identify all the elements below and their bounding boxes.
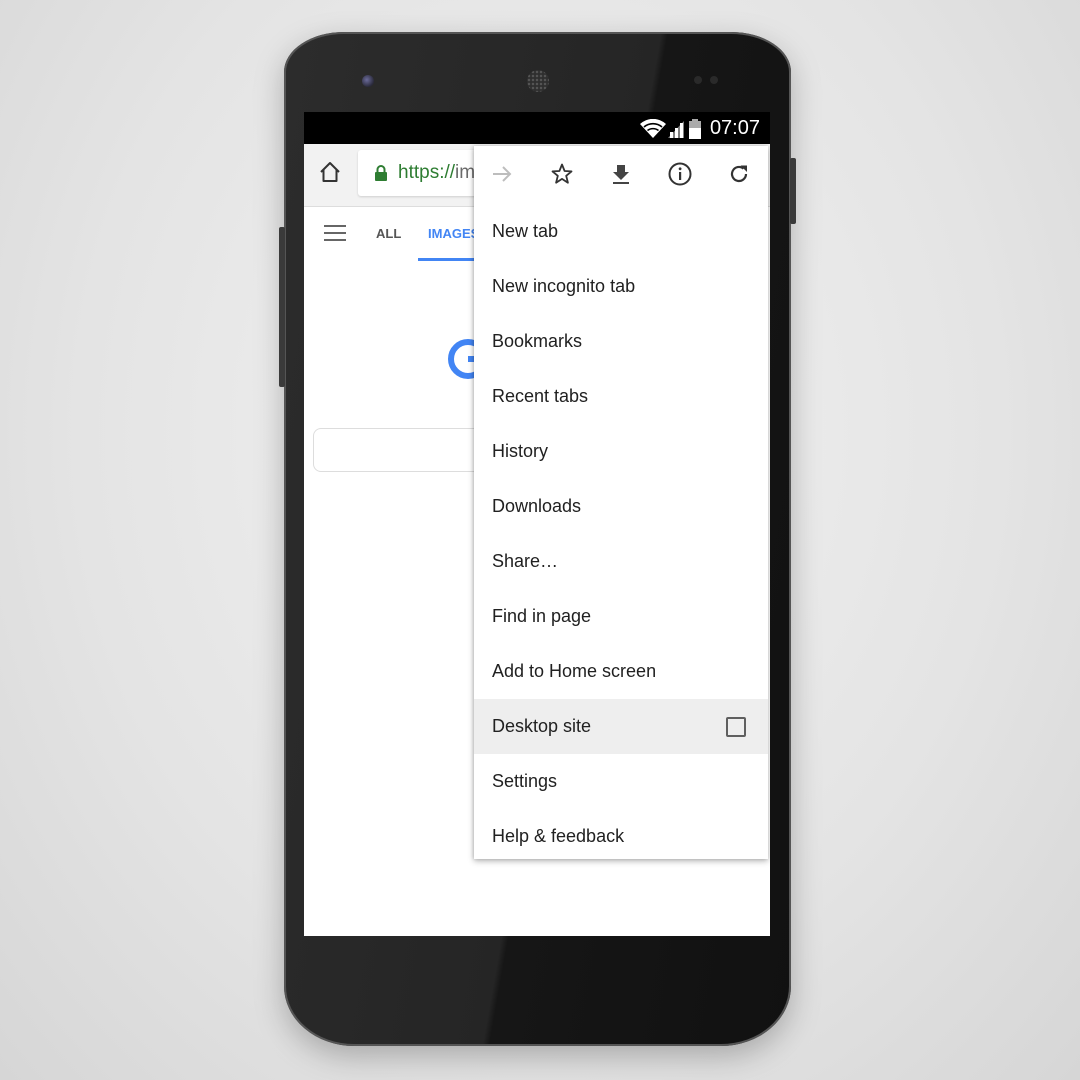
menu-item-find-in-page[interactable]: Find in page bbox=[474, 589, 768, 644]
phone-screen: 07:07 https://im ALL IMAGES New tab New … bbox=[304, 112, 770, 936]
volume-button bbox=[279, 227, 285, 387]
forward-icon[interactable] bbox=[488, 160, 516, 188]
menu-item-label: Bookmarks bbox=[492, 331, 583, 351]
menu-item-downloads[interactable]: Downloads bbox=[474, 479, 768, 534]
menu-item-label: New tab bbox=[492, 221, 559, 241]
hamburger-menu-icon[interactable] bbox=[324, 225, 346, 241]
menu-item-label: History bbox=[492, 441, 549, 461]
refresh-icon[interactable] bbox=[725, 160, 753, 188]
menu-item-recent-tabs[interactable]: Recent tabs bbox=[474, 369, 768, 424]
lock-icon bbox=[375, 165, 387, 181]
menu-item-label: Share… bbox=[492, 551, 559, 571]
menu-item-desktop-site[interactable]: Desktop site bbox=[474, 699, 768, 754]
overflow-menu: New tab New incognito tab Bookmarks Rece… bbox=[474, 146, 768, 859]
home-icon[interactable] bbox=[318, 160, 342, 184]
proximity-sensor bbox=[694, 76, 702, 84]
menu-item-bookmarks[interactable]: Bookmarks bbox=[474, 314, 768, 369]
bookmark-star-icon[interactable] bbox=[548, 160, 576, 188]
power-button bbox=[790, 158, 796, 224]
wifi-icon bbox=[640, 119, 666, 138]
info-icon[interactable] bbox=[666, 160, 694, 188]
status-bar: 07:07 bbox=[304, 112, 770, 144]
menu-item-label: Help & feedback bbox=[492, 826, 625, 846]
menu-item-history[interactable]: History bbox=[474, 424, 768, 479]
earpiece-speaker bbox=[527, 70, 549, 92]
menu-icon-row bbox=[474, 146, 768, 204]
menu-item-settings[interactable]: Settings bbox=[474, 754, 768, 809]
menu-item-help-feedback[interactable]: Help & feedback bbox=[474, 809, 768, 864]
download-icon[interactable] bbox=[607, 160, 635, 188]
menu-item-label: Find in page bbox=[492, 606, 592, 626]
light-sensor bbox=[710, 76, 718, 84]
menu-item-new-tab[interactable]: New tab bbox=[474, 204, 768, 259]
url-scheme: https:// bbox=[398, 162, 456, 183]
tab-images[interactable]: IMAGES bbox=[428, 226, 479, 241]
battery-icon bbox=[689, 119, 701, 139]
menu-item-new-incognito-tab[interactable]: New incognito tab bbox=[474, 259, 768, 314]
status-time: 07:07 bbox=[709, 117, 760, 139]
menu-item-label: Settings bbox=[492, 771, 558, 791]
url-host: im bbox=[455, 162, 476, 183]
signal-icon bbox=[668, 121, 684, 138]
menu-item-label: Add to Home screen bbox=[492, 661, 657, 681]
front-camera bbox=[362, 75, 374, 87]
menu-item-add-to-home-screen[interactable]: Add to Home screen bbox=[474, 644, 768, 699]
tab-all[interactable]: ALL bbox=[376, 226, 401, 241]
menu-item-label: Downloads bbox=[492, 496, 582, 516]
url-text: https://im bbox=[398, 162, 475, 184]
menu-item-label: Recent tabs bbox=[492, 386, 589, 406]
menu-item-label: Desktop site bbox=[492, 716, 592, 736]
menu-item-label: New incognito tab bbox=[492, 276, 636, 296]
desktop-site-checkbox[interactable] bbox=[726, 717, 746, 737]
menu-item-share[interactable]: Share… bbox=[474, 534, 768, 589]
